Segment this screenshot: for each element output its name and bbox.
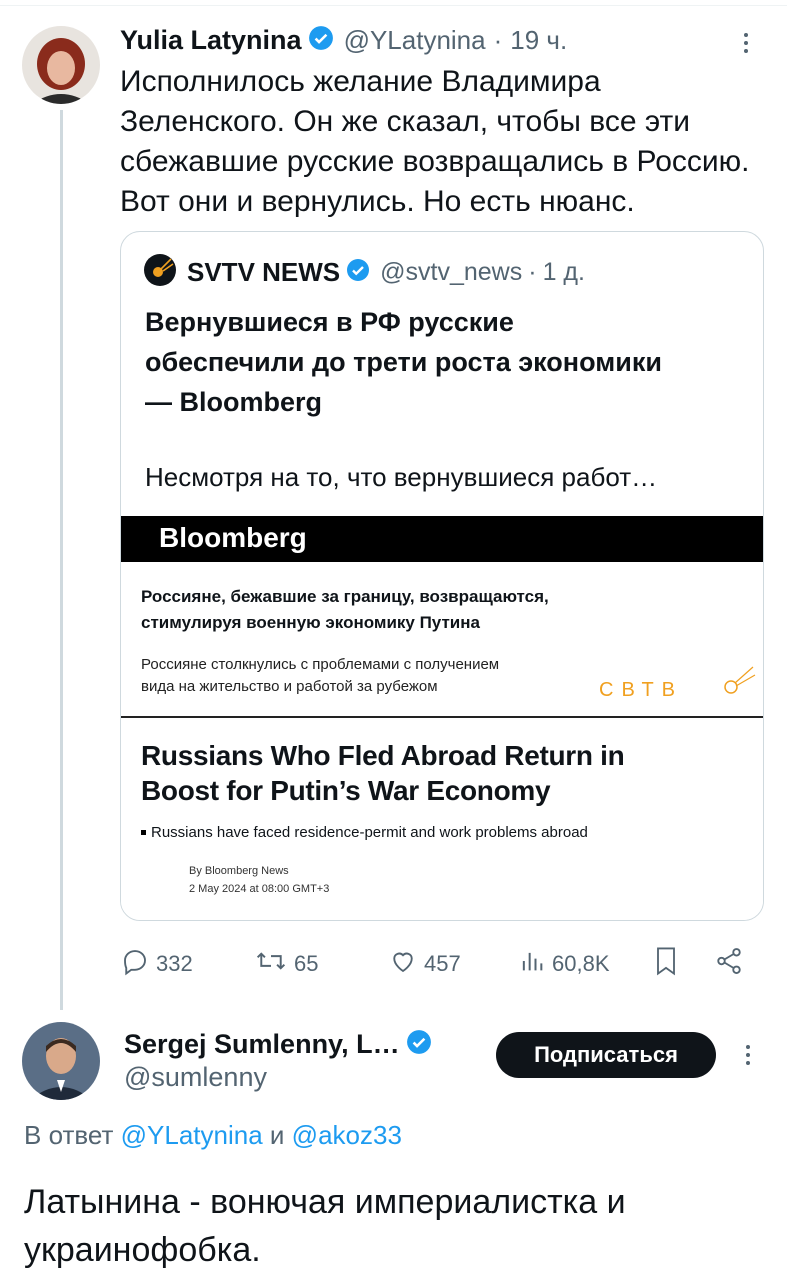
share-button[interactable] xyxy=(714,940,750,988)
verified-badge-icon xyxy=(308,25,334,56)
tweet1-text-line: Зеленского. Он же сказал, чтобы все эти xyxy=(120,105,690,138)
reply-button[interactable]: 332 xyxy=(120,940,193,988)
avatar-sergej-sumlenny[interactable] xyxy=(22,1022,100,1100)
sputnik-watermark-icon xyxy=(719,661,759,706)
avatar-yulia-latynina[interactable] xyxy=(22,26,100,104)
tweet2-handle[interactable]: @sumlenny xyxy=(124,1062,267,1093)
reply-count: 332 xyxy=(156,951,193,976)
article-ru-title: Россияне, бежавшие за границу, возвращаю… xyxy=(141,584,549,636)
verified-badge-icon xyxy=(406,1029,432,1060)
reply-icon xyxy=(120,946,156,982)
quote-handle[interactable]: @svtv_news xyxy=(380,258,522,287)
view-count: 60,8K xyxy=(552,951,610,976)
article-ru-title-line: стимулируя военную экономику Путина xyxy=(141,613,480,632)
bookmark-button[interactable] xyxy=(652,940,686,988)
tweet2-header: Sergej Sumlenny, L… xyxy=(124,1026,432,1062)
tweet1-text-line: Вот они и вернулись. Но есть нюанс. xyxy=(120,185,635,218)
bloomberg-banner: Bloomberg xyxy=(121,516,763,562)
article-ru-subtitle-line: Россияне столкнулись с проблемами с полу… xyxy=(141,656,500,673)
article-ru-title-line: Россияне, бежавшие за границу, возвращаю… xyxy=(141,587,549,606)
share-icon xyxy=(714,946,750,982)
article-en-bullet: Russians have faced residence-permit and… xyxy=(141,824,588,841)
follow-button[interactable]: Подписаться xyxy=(496,1032,716,1078)
tweet1-timestamp[interactable]: 19 ч. xyxy=(510,25,567,56)
article-en-title: Russians Who Fled Abroad Return in Boost… xyxy=(141,738,625,808)
retweet-icon xyxy=(254,946,294,982)
tweet1-text-line: сбежавшие русские возвращались в Россию. xyxy=(120,145,750,178)
retweet-button[interactable]: 65 xyxy=(254,940,318,988)
quote-display-name[interactable]: SVTV NEWS xyxy=(187,257,340,288)
avatar-image xyxy=(22,1022,100,1100)
tweet1-handle[interactable]: @YLatynina xyxy=(344,25,486,56)
quote-snippet: Несмотря на то, что вернувшиеся работ… xyxy=(145,462,658,492)
quote-headline: Вернувшиеся в РФ русские обеспечили до т… xyxy=(145,302,755,422)
tweet1-text: Исполнилось желание Владимира Зеленского… xyxy=(120,62,780,222)
article-byline: By Bloomberg News 2 May 2024 at 08:00 GM… xyxy=(189,862,329,898)
tweet1-text-line: Исполнилось желание Владимира xyxy=(120,65,601,98)
article-byline-author: By Bloomberg News xyxy=(189,865,289,877)
verified-badge-icon xyxy=(346,258,370,287)
top-divider xyxy=(0,5,787,6)
reply-mention-ylatynina[interactable]: @YLatynina xyxy=(121,1120,263,1150)
heart-icon xyxy=(388,946,424,982)
bookmark-icon xyxy=(652,945,686,983)
retweet-count: 65 xyxy=(294,951,319,976)
article-divider xyxy=(121,716,763,718)
avatar-image xyxy=(22,26,100,104)
tweet1-display-name[interactable]: Yulia Latynina xyxy=(120,25,302,56)
bloomberg-logo: Bloomberg xyxy=(159,522,307,553)
bullet-icon xyxy=(141,830,146,835)
article-ru-subtitle-line: вида на жительство и работой за рубежом xyxy=(141,678,438,695)
more-options-icon[interactable] xyxy=(736,28,756,63)
article-ru-subtitle: Россияне столкнулись с проблемами с полу… xyxy=(141,654,499,698)
quote-header: SVTV NEWS @svtv_news · 1 д. xyxy=(143,253,585,292)
tweet2-display-name[interactable]: Sergej Sumlenny, L… xyxy=(124,1029,400,1060)
article-en-bullet-text: Russians have faced residence-permit and… xyxy=(151,824,588,841)
like-button[interactable]: 457 xyxy=(388,940,461,988)
article-en-title-line: Russians Who Fled Abroad Return in xyxy=(141,740,625,771)
tweet1-header: Yulia Latynina @YLatynina · 19 ч. xyxy=(120,22,567,58)
quote-headline-line: обеспечили до трети роста экономики xyxy=(145,347,662,377)
like-count: 457 xyxy=(424,951,461,976)
quote-timestamp: 1 д. xyxy=(542,257,585,286)
tweet2-text: Латынина - вонючая империалистка и украи… xyxy=(24,1178,626,1274)
reply-and: и xyxy=(269,1120,285,1150)
thread-connector-line xyxy=(60,110,63,1010)
quote-headline-line: — Bloomberg xyxy=(145,387,323,417)
quoted-tweet-card[interactable]: SVTV NEWS @svtv_news · 1 д. Вернувшиеся … xyxy=(120,231,764,921)
reply-mention-akoz33[interactable]: @akoz33 xyxy=(292,1120,402,1150)
article-screenshot-image[interactable]: Bloomberg Россияне, бежавшие за границу,… xyxy=(121,516,763,920)
article-en-title-line: Boost for Putin’s War Economy xyxy=(141,775,551,806)
tweet2-text-line: украинофобка. xyxy=(24,1231,261,1269)
quote-separator: · xyxy=(528,257,537,286)
reply-prefix: В ответ xyxy=(24,1120,114,1150)
tweet1-action-bar: 332 65 457 60,8K xyxy=(120,940,780,988)
tweet1-separator: · xyxy=(493,24,503,55)
reply-context: В ответ @YLatynina и @akoz33 xyxy=(24,1120,402,1151)
views-button[interactable]: 60,8K xyxy=(518,940,610,988)
quote-headline-line: Вернувшиеся в РФ русские xyxy=(145,307,514,337)
svtv-watermark: СВТВ xyxy=(599,679,684,701)
article-byline-date: 2 May 2024 at 08:00 GMT+3 xyxy=(189,883,330,895)
svtv-logo-icon xyxy=(143,253,177,292)
tweet2-text-line: Латынина - вонючая империалистка и xyxy=(24,1183,626,1221)
more-options-icon[interactable] xyxy=(738,1040,758,1075)
bar-chart-icon xyxy=(518,946,552,982)
